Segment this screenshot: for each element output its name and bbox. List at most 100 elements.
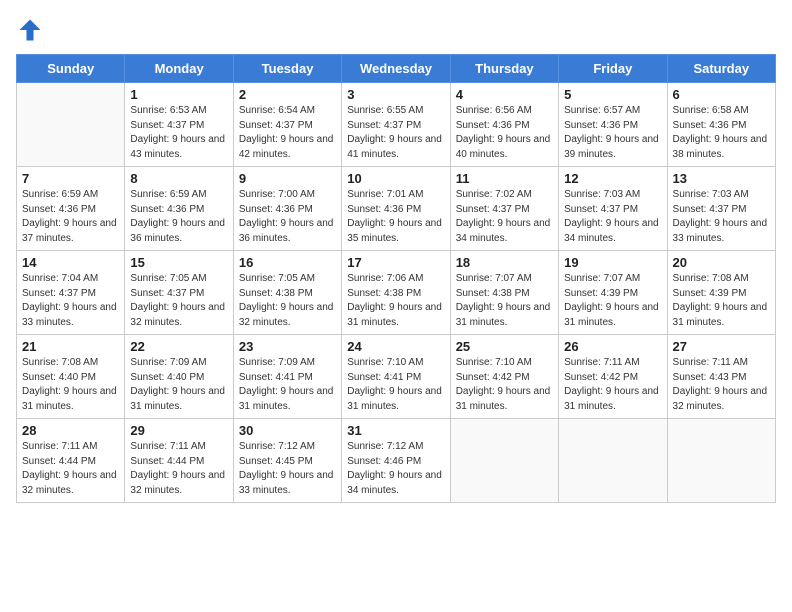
cell-info: Sunrise: 7:10 AMSunset: 4:42 PMDaylight:… bbox=[456, 356, 553, 414]
calendar-cell: 15 Sunrise: 7:05 AMSunset: 4:37 PMDayligh… bbox=[125, 251, 233, 335]
calendar-cell: 9 Sunrise: 7:00 AMSunset: 4:36 PMDaylight… bbox=[233, 167, 341, 251]
cell-info: Sunrise: 7:05 AMSunset: 4:37 PMDaylight:… bbox=[130, 272, 227, 330]
day-number: 29 bbox=[130, 423, 227, 438]
cell-info: Sunrise: 6:59 AMSunset: 4:36 PMDaylight:… bbox=[130, 188, 227, 246]
day-number: 19 bbox=[564, 255, 661, 270]
cell-info: Sunrise: 7:11 AMSunset: 4:43 PMDaylight:… bbox=[673, 356, 770, 414]
day-number: 20 bbox=[673, 255, 770, 270]
calendar-cell: 1Sunrise: 6:53 AMSunset: 4:37 PMDaylight… bbox=[125, 83, 233, 167]
calendar-cell: 21Sunrise: 7:08 AMSunset: 4:40 PMDayligh… bbox=[17, 335, 125, 419]
cell-info: Sunrise: 7:12 AMSunset: 4:46 PMDaylight:… bbox=[347, 440, 444, 498]
cell-info: Sunrise: 7:07 AMSunset: 4:38 PMDaylight:… bbox=[456, 272, 553, 330]
weekday-header: Thursday bbox=[450, 55, 558, 83]
calendar-cell: 7 Sunrise: 6:59 AMSunset: 4:36 PMDaylight… bbox=[17, 167, 125, 251]
calendar-header: SundayMondayTuesdayWednesdayThursdayFrid… bbox=[17, 55, 776, 83]
calendar-cell: 17 Sunrise: 7:06 AMSunset: 4:38 PMDayligh… bbox=[342, 251, 450, 335]
calendar-table: SundayMondayTuesdayWednesdayThursdayFrid… bbox=[16, 54, 776, 503]
calendar-cell: 11 Sunrise: 7:02 AMSunset: 4:37 PMDayligh… bbox=[450, 167, 558, 251]
cell-info: Sunrise: 7:03 AMSunset: 4:37 PMDaylight:… bbox=[673, 188, 770, 246]
cell-info: Sunrise: 7:10 AMSunset: 4:41 PMDaylight:… bbox=[347, 356, 444, 414]
day-number: 12 bbox=[564, 171, 661, 186]
calendar-cell: 26 Sunrise: 7:11 AMSunset: 4:42 PMDayligh… bbox=[559, 335, 667, 419]
day-number: 15 bbox=[130, 255, 227, 270]
day-number: 23 bbox=[239, 339, 336, 354]
day-number: 4 bbox=[456, 87, 553, 102]
calendar-cell: 2Sunrise: 6:54 AMSunset: 4:37 PMDaylight… bbox=[233, 83, 341, 167]
day-number: 25 bbox=[456, 339, 553, 354]
day-number: 5 bbox=[564, 87, 661, 102]
calendar-cell: 28 Sunrise: 7:11 AMSunset: 4:44 PMDayligh… bbox=[17, 419, 125, 503]
cell-info: Sunrise: 7:08 AMSunset: 4:39 PMDaylight:… bbox=[673, 272, 770, 330]
calendar-cell bbox=[559, 419, 667, 503]
calendar-cell: 29 Sunrise: 7:11 AMSunset: 4:44 PMDayligh… bbox=[125, 419, 233, 503]
day-number: 31 bbox=[347, 423, 444, 438]
cell-info: Sunrise: 7:09 AMSunset: 4:40 PMDaylight:… bbox=[130, 356, 227, 414]
day-number: 7 bbox=[22, 171, 119, 186]
calendar-cell: 14 Sunrise: 7:04 AMSunset: 4:37 PMDayligh… bbox=[17, 251, 125, 335]
day-number: 18 bbox=[456, 255, 553, 270]
calendar-cell: 3 Sunrise: 6:55 AMSunset: 4:37 PMDaylight… bbox=[342, 83, 450, 167]
day-number: 9 bbox=[239, 171, 336, 186]
weekday-header: Tuesday bbox=[233, 55, 341, 83]
cell-info: Sunrise: 7:08 AMSunset: 4:40 PMDaylight:… bbox=[22, 356, 119, 414]
cell-info: Sunrise: 7:01 AMSunset: 4:36 PMDaylight:… bbox=[347, 188, 444, 246]
weekday-header: Wednesday bbox=[342, 55, 450, 83]
calendar-week-row: 21Sunrise: 7:08 AMSunset: 4:40 PMDayligh… bbox=[17, 335, 776, 419]
calendar-cell: 10Sunrise: 7:01 AMSunset: 4:36 PMDayligh… bbox=[342, 167, 450, 251]
day-number: 3 bbox=[347, 87, 444, 102]
cell-info: Sunrise: 7:06 AMSunset: 4:38 PMDaylight:… bbox=[347, 272, 444, 330]
calendar-cell: 30Sunrise: 7:12 AMSunset: 4:45 PMDayligh… bbox=[233, 419, 341, 503]
day-number: 16 bbox=[239, 255, 336, 270]
cell-info: Sunrise: 7:05 AMSunset: 4:38 PMDaylight:… bbox=[239, 272, 336, 330]
cell-info: Sunrise: 7:07 AMSunset: 4:39 PMDaylight:… bbox=[564, 272, 661, 330]
day-number: 28 bbox=[22, 423, 119, 438]
cell-info: Sunrise: 7:00 AMSunset: 4:36 PMDaylight:… bbox=[239, 188, 336, 246]
calendar-cell bbox=[667, 419, 775, 503]
day-number: 26 bbox=[564, 339, 661, 354]
calendar-cell: 25 Sunrise: 7:10 AMSunset: 4:42 PMDayligh… bbox=[450, 335, 558, 419]
cell-info: Sunrise: 7:03 AMSunset: 4:37 PMDaylight:… bbox=[564, 188, 661, 246]
cell-info: Sunrise: 6:57 AMSunset: 4:36 PMDaylight:… bbox=[564, 104, 661, 162]
day-number: 8 bbox=[130, 171, 227, 186]
weekday-header: Friday bbox=[559, 55, 667, 83]
cell-info: Sunrise: 6:58 AMSunset: 4:36 PMDaylight:… bbox=[673, 104, 770, 162]
calendar-cell: 13 Sunrise: 7:03 AMSunset: 4:37 PMDayligh… bbox=[667, 167, 775, 251]
cell-info: Sunrise: 7:04 AMSunset: 4:37 PMDaylight:… bbox=[22, 272, 119, 330]
day-number: 27 bbox=[673, 339, 770, 354]
cell-info: Sunrise: 6:59 AMSunset: 4:36 PMDaylight:… bbox=[22, 188, 119, 246]
day-number: 22 bbox=[130, 339, 227, 354]
weekday-header: Sunday bbox=[17, 55, 125, 83]
page-header bbox=[16, 16, 776, 44]
calendar-cell bbox=[450, 419, 558, 503]
cell-info: Sunrise: 6:56 AMSunset: 4:36 PMDaylight:… bbox=[456, 104, 553, 162]
calendar-cell: 19 Sunrise: 7:07 AMSunset: 4:39 PMDayligh… bbox=[559, 251, 667, 335]
calendar-cell: 20 Sunrise: 7:08 AMSunset: 4:39 PMDayligh… bbox=[667, 251, 775, 335]
calendar-week-row: 14 Sunrise: 7:04 AMSunset: 4:37 PMDayligh… bbox=[17, 251, 776, 335]
day-number: 14 bbox=[22, 255, 119, 270]
calendar-cell: 22 Sunrise: 7:09 AMSunset: 4:40 PMDayligh… bbox=[125, 335, 233, 419]
calendar-cell: 23 Sunrise: 7:09 AMSunset: 4:41 PMDayligh… bbox=[233, 335, 341, 419]
weekday-header: Saturday bbox=[667, 55, 775, 83]
cell-info: Sunrise: 7:12 AMSunset: 4:45 PMDaylight:… bbox=[239, 440, 336, 498]
weekday-row: SundayMondayTuesdayWednesdayThursdayFrid… bbox=[17, 55, 776, 83]
cell-info: Sunrise: 7:11 AMSunset: 4:42 PMDaylight:… bbox=[564, 356, 661, 414]
cell-info: Sunrise: 7:09 AMSunset: 4:41 PMDaylight:… bbox=[239, 356, 336, 414]
cell-info: Sunrise: 7:02 AMSunset: 4:37 PMDaylight:… bbox=[456, 188, 553, 246]
day-number: 17 bbox=[347, 255, 444, 270]
cell-info: Sunrise: 7:11 AMSunset: 4:44 PMDaylight:… bbox=[130, 440, 227, 498]
cell-info: Sunrise: 6:55 AMSunset: 4:37 PMDaylight:… bbox=[347, 104, 444, 162]
calendar-week-row: 1Sunrise: 6:53 AMSunset: 4:37 PMDaylight… bbox=[17, 83, 776, 167]
calendar-cell: 27 Sunrise: 7:11 AMSunset: 4:43 PMDayligh… bbox=[667, 335, 775, 419]
cell-info: Sunrise: 7:11 AMSunset: 4:44 PMDaylight:… bbox=[22, 440, 119, 498]
logo-icon bbox=[16, 16, 44, 44]
day-number: 1 bbox=[130, 87, 227, 102]
calendar-cell: 4 Sunrise: 6:56 AMSunset: 4:36 PMDaylight… bbox=[450, 83, 558, 167]
day-number: 24 bbox=[347, 339, 444, 354]
day-number: 11 bbox=[456, 171, 553, 186]
calendar-cell: 6Sunrise: 6:58 AMSunset: 4:36 PMDaylight… bbox=[667, 83, 775, 167]
calendar-week-row: 7 Sunrise: 6:59 AMSunset: 4:36 PMDaylight… bbox=[17, 167, 776, 251]
calendar-cell bbox=[17, 83, 125, 167]
weekday-header: Monday bbox=[125, 55, 233, 83]
day-number: 13 bbox=[673, 171, 770, 186]
calendar-week-row: 28 Sunrise: 7:11 AMSunset: 4:44 PMDayligh… bbox=[17, 419, 776, 503]
